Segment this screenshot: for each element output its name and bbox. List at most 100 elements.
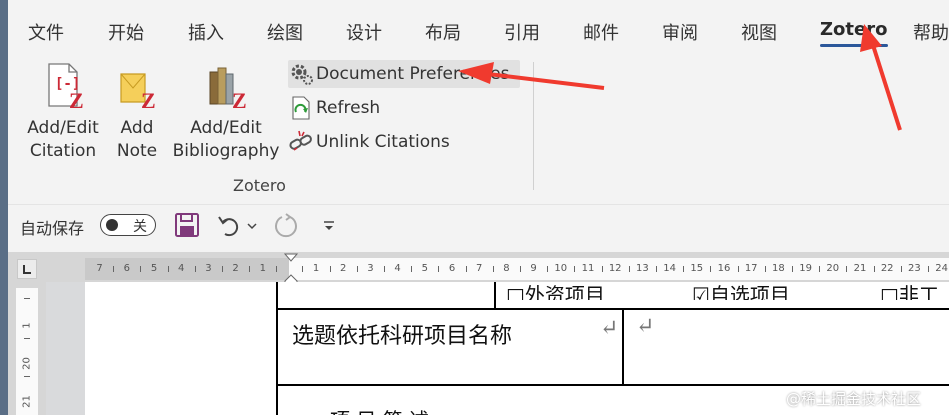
unlink-citations-button[interactable]: Unlink Citations — [288, 128, 450, 156]
ruler-tick-mark — [928, 266, 929, 272]
ruler-tick-right-3: 3 — [367, 263, 374, 274]
add-edit-citation-label-1: Add/Edit — [27, 118, 99, 138]
zotero-note-icon: Z — [120, 73, 156, 113]
add-edit-bibliography-label-1: Add/Edit — [190, 118, 262, 138]
tab-view[interactable]: 视图 — [741, 19, 777, 45]
ruler-tick-right-21: 21 — [853, 263, 867, 274]
ribbon-group-separator — [533, 62, 534, 190]
ruler-tick-mark — [574, 266, 576, 272]
tab-insert[interactable]: 插入 — [188, 19, 224, 45]
ruler-tick-right-8: 8 — [503, 263, 510, 274]
ruler-tick-mark — [520, 266, 521, 272]
add-edit-citation-label-2: Citation — [29, 141, 97, 161]
ruler-tick-right-22: 22 — [880, 263, 894, 274]
ruler-tick-mark — [710, 266, 712, 272]
add-edit-bibliography-label-2: Bibliography — [172, 141, 280, 161]
tab-selector-button[interactable] — [17, 259, 37, 279]
ruler-tick-mark — [683, 266, 685, 272]
tab-mailings[interactable]: 邮件 — [583, 19, 619, 45]
svg-text:Z: Z — [232, 88, 247, 110]
tab-file[interactable]: 文件 — [28, 19, 64, 45]
ruler-tick-mark — [140, 266, 142, 272]
tab-draw[interactable]: 绘图 — [267, 19, 303, 45]
ruler-tick-right-12: 12 — [608, 263, 622, 274]
customize-qat-button[interactable] — [322, 218, 336, 237]
ruler-tick-mark — [384, 266, 385, 272]
tab-design[interactable]: 设计 — [346, 19, 382, 45]
ruler-tick-right-1: 1 — [312, 263, 320, 274]
ruler-tick-left-3: 3 — [205, 263, 212, 274]
add-edit-bibliography-button[interactable]: Z Add/Edit Bibliography — [170, 62, 282, 163]
vertical-ruler-ticks: 1 20 21 — [16, 288, 38, 415]
tab-home[interactable]: 开始 — [108, 19, 144, 45]
ruler-tick-mark — [167, 266, 169, 272]
undo-dropdown[interactable] — [246, 217, 258, 236]
vruler-tick-mark — [24, 338, 30, 339]
add-edit-citation-button[interactable]: [-] Z Add/Edit Citation — [20, 62, 106, 163]
unlink-icon — [288, 129, 314, 155]
ribbon-tab-bar: 文件 开始 插入 绘图 设计 布局 引用 邮件 审阅 视图 Zotero 帮助 — [8, 8, 949, 54]
cell-foreign-project: □外资项目 — [506, 283, 605, 300]
ruler-tick-mark — [656, 266, 657, 272]
autosave-toggle-knob — [106, 219, 118, 231]
cell-research-project-label[interactable]: 选题依托科研项目名称 — [292, 318, 512, 350]
paragraph-mark-1: ↵ — [600, 316, 619, 341]
horizontal-ruler-ticks: 7 6 5 4 3 2 1 1 2 3 4 5 6 7 8 9 10 11 12 13 14 15 16 17 18 19 20 21… — [85, 258, 949, 280]
autosave-label: 自动保存 — [20, 219, 85, 238]
ruler-tick-mark — [873, 266, 875, 272]
ruler-tick-right-19: 19 — [799, 263, 812, 274]
ruler-tick-mark — [628, 266, 630, 272]
redo-button[interactable] — [272, 212, 300, 244]
ruler-tick-right-5: 5 — [421, 263, 428, 274]
ruler-tick-right-7: 7 — [476, 263, 483, 274]
tab-help[interactable]: 帮助 — [913, 19, 949, 45]
ruler-tick-mark — [411, 266, 413, 272]
ruler-tick-mark — [547, 266, 549, 272]
tab-layout[interactable]: 布局 — [425, 19, 461, 45]
undo-button[interactable] — [216, 212, 242, 242]
tab-references[interactable]: 引用 — [504, 19, 540, 45]
document-preferences-button[interactable]: Document Preferences — [288, 60, 520, 88]
ruler-tick-right-10: 10 — [554, 263, 568, 274]
ruler-tick-mark — [356, 266, 358, 272]
ruler-tick-mark — [465, 266, 467, 272]
ruler-tick-right-16: 16 — [717, 263, 731, 274]
ruler-tick-mark — [492, 266, 494, 272]
save-button[interactable] — [174, 212, 200, 242]
add-note-label-1: Add — [120, 118, 154, 138]
zotero-bibliography-icon: Z — [209, 67, 247, 113]
ruler-tick-left-6: 6 — [123, 263, 130, 274]
undo-icon — [218, 216, 239, 237]
ruler-tick-mark — [113, 266, 115, 272]
ruler-tick-right-4: 4 — [394, 263, 401, 274]
ruler-tick-right-13: 13 — [636, 263, 649, 274]
ruler-tick-mark — [764, 266, 766, 272]
ruler-tick-right-20: 20 — [826, 263, 840, 274]
ruler-tick-right-17: 17 — [744, 263, 758, 274]
ruler-tick-left-5: 5 — [150, 263, 158, 274]
vruler-tick-1: 1 — [21, 322, 33, 329]
refresh-icon — [288, 95, 314, 121]
ruler-tick-mark — [249, 266, 251, 272]
add-note-button[interactable]: Z Add Note — [112, 62, 162, 163]
cell-bottom-partial: 项 目 简 述 — [330, 404, 429, 415]
table-border-inner-top — [494, 282, 496, 308]
ruler-tick-mark — [846, 266, 848, 272]
tab-review[interactable]: 审阅 — [662, 19, 698, 45]
vruler-tick-mark — [24, 376, 30, 377]
vruler-tick-20: 20 — [21, 357, 33, 370]
table-border-left — [276, 282, 278, 415]
ruler-tick-mark — [222, 266, 223, 272]
ruler-tick-mark — [900, 266, 902, 272]
redo-icon — [275, 213, 297, 238]
ruler-tick-right-15: 15 — [690, 263, 704, 274]
ruler-tick-right-2: 2 — [340, 263, 347, 274]
refresh-label: Refresh — [316, 98, 381, 118]
vruler-tick-mark — [24, 298, 30, 299]
refresh-button[interactable]: Refresh — [288, 94, 380, 122]
cell-selected-project: ☑自选项目 — [692, 283, 790, 300]
ruler-tick-left-1: 1 — [259, 263, 266, 274]
table-border-row-2 — [276, 384, 949, 386]
ruler-tick-mark — [329, 266, 331, 272]
tab-zotero[interactable]: Zotero — [820, 19, 887, 40]
